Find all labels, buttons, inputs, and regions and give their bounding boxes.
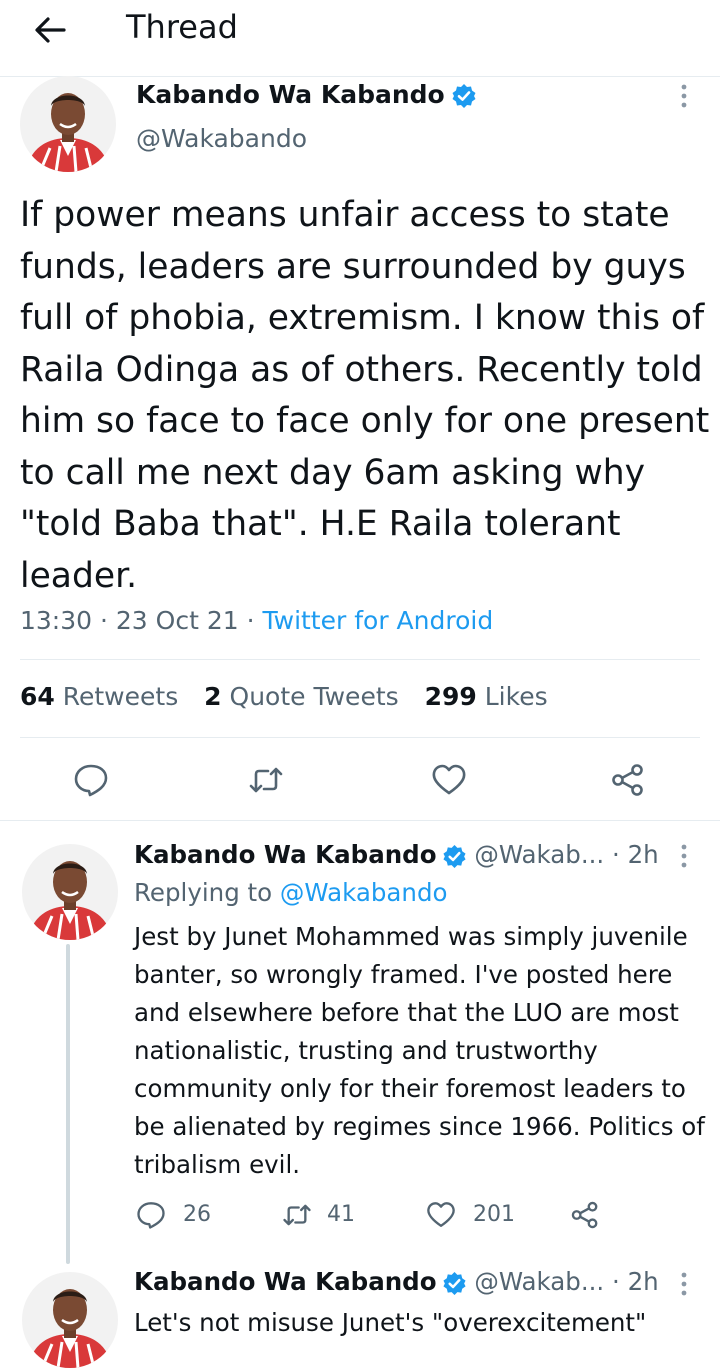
tweet-time: 13:30 bbox=[20, 606, 93, 635]
reply-time: · 2h bbox=[612, 840, 659, 869]
page-title: Thread bbox=[126, 8, 238, 46]
share-action[interactable] bbox=[570, 1200, 600, 1230]
reply-header[interactable]: Kabando Wa Kabando @Wakab... · 2h bbox=[134, 840, 659, 869]
avatar[interactable] bbox=[20, 76, 116, 172]
divider bbox=[20, 737, 700, 738]
retweets-stat[interactable]: 64 Retweets bbox=[20, 682, 178, 711]
tweet-date: 23 Oct 21 bbox=[115, 606, 239, 635]
verified-badge-icon bbox=[451, 83, 477, 109]
reply-author-name: Kabando Wa Kabando bbox=[134, 840, 437, 869]
author-name[interactable]: Kabando Wa Kabando bbox=[136, 80, 477, 109]
tweet-stats: 64 Retweets 2 Quote Tweets 299 Likes bbox=[20, 682, 566, 711]
more-icon[interactable] bbox=[672, 1270, 696, 1300]
reply-icon bbox=[137, 1202, 165, 1229]
quote-tweets-stat[interactable]: 2 Quote Tweets bbox=[204, 682, 398, 711]
reply-text: Let's not misuse Junet's "overexcitement… bbox=[134, 1308, 647, 1337]
replying-to-handle[interactable]: @Wakabando bbox=[280, 878, 448, 907]
verified-badge-icon bbox=[442, 844, 467, 869]
like-count: 201 bbox=[473, 1202, 515, 1227]
replying-to: Replying to @Wakabando bbox=[134, 878, 448, 907]
reply-action[interactable]: 26 bbox=[136, 1200, 211, 1230]
back-arrow-icon[interactable] bbox=[30, 10, 70, 50]
reply-count: 26 bbox=[183, 1202, 211, 1227]
avatar[interactable] bbox=[22, 1272, 118, 1368]
divider bbox=[20, 659, 700, 660]
share-icon bbox=[571, 1201, 598, 1229]
like-icon bbox=[427, 1202, 455, 1227]
reply-time: · 2h bbox=[612, 1267, 659, 1296]
reply-icon[interactable] bbox=[73, 762, 109, 798]
share-icon[interactable] bbox=[610, 762, 646, 798]
more-icon[interactable] bbox=[672, 82, 696, 112]
thread-connector bbox=[66, 944, 70, 1264]
avatar[interactable] bbox=[22, 844, 118, 940]
like-action[interactable]: 201 bbox=[426, 1200, 515, 1230]
more-icon[interactable] bbox=[672, 842, 696, 872]
reply-header[interactable]: Kabando Wa Kabando @Wakab... · 2h bbox=[134, 1267, 659, 1296]
retweet-action[interactable]: 41 bbox=[282, 1200, 355, 1230]
divider bbox=[0, 820, 720, 821]
verified-badge-icon bbox=[442, 1271, 467, 1296]
tweet-source-link[interactable]: Twitter for Android bbox=[262, 606, 493, 635]
tweet-meta: 13:30 · 23 Oct 21 · Twitter for Android bbox=[20, 606, 494, 635]
reply-author-handle: @Wakab... bbox=[474, 840, 605, 869]
top-bar: Thread bbox=[0, 0, 720, 77]
likes-stat[interactable]: 299 Likes bbox=[425, 682, 548, 711]
reply-author-name: Kabando Wa Kabando bbox=[134, 1267, 437, 1296]
retweet-count: 41 bbox=[327, 1202, 355, 1227]
author-handle[interactable]: @Wakabando bbox=[136, 124, 307, 153]
like-icon[interactable] bbox=[431, 762, 467, 798]
reply-author-handle: @Wakab... bbox=[474, 1267, 605, 1296]
tweet-text: If power means unfair access to state fu… bbox=[20, 195, 710, 596]
reply-text: Jest by Junet Mohammed was simply juveni… bbox=[134, 922, 705, 1179]
retweet-icon bbox=[283, 1204, 311, 1226]
retweet-icon[interactable] bbox=[248, 762, 284, 798]
